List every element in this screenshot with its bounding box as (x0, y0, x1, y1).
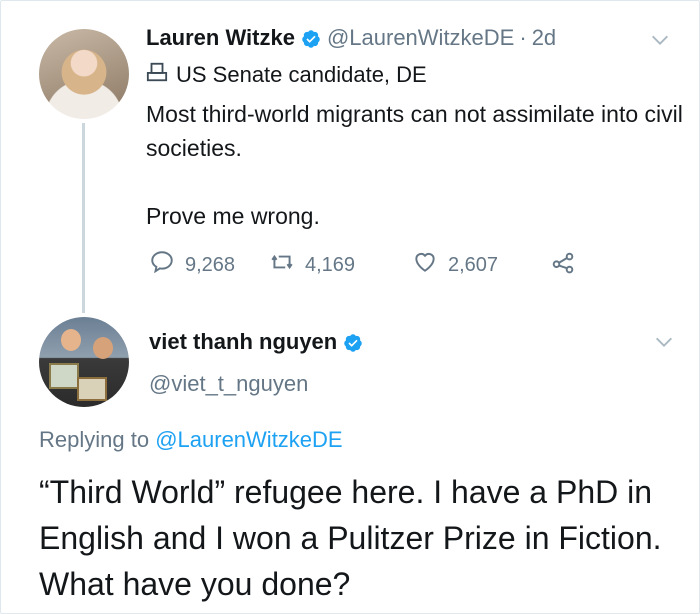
tweet1-text: Most third-world migrants can not assimi… (146, 97, 686, 233)
replying-prefix: Replying to (39, 427, 150, 452)
author-handle[interactable]: @viet_t_nguyen (149, 371, 308, 397)
tweet2-text: “Third World” refugee here. I have a PhD… (39, 474, 662, 602)
retweet-button[interactable]: 4,169 (269, 249, 412, 281)
share-icon (550, 249, 576, 281)
ballot-box-icon (146, 61, 176, 89)
like-button[interactable]: 2,607 (412, 249, 550, 281)
tweet2-author-name-row: viet thanh nguyen (149, 329, 369, 355)
replying-handle-link[interactable]: @LaurenWitzkeDE (155, 427, 342, 452)
author-handle[interactable]: @LaurenWitzkeDE (327, 25, 514, 51)
share-button[interactable] (550, 249, 576, 281)
reply-count: 9,268 (185, 253, 236, 276)
reply-button[interactable]: 9,268 (149, 249, 269, 281)
chevron-down-icon[interactable] (649, 29, 671, 51)
tweet1-header: Lauren Witzke @LaurenWitzkeDE · 2d (146, 25, 556, 51)
author-name[interactable]: Lauren Witzke (146, 25, 295, 51)
verified-badge-icon (295, 25, 327, 51)
replying-to: Replying to @LaurenWitzkeDE (39, 427, 343, 453)
reply-icon (149, 249, 185, 281)
like-icon (412, 249, 448, 281)
avatar-figure (93, 337, 113, 359)
avatar-figure (61, 329, 81, 351)
tweet1-actions: 9,268 4,169 2,607 (149, 249, 576, 281)
author-avatar-viet[interactable] (39, 317, 129, 407)
author-avatar-lauren[interactable] (39, 29, 129, 119)
candidate-label-text: US Senate candidate, DE (176, 62, 427, 87)
tweet-timestamp[interactable]: 2d (532, 25, 556, 51)
tweet1-text-line2: Prove me wrong. (146, 203, 320, 229)
avatar-book (49, 363, 79, 389)
thread-connector (82, 123, 85, 313)
candidate-label: US Senate candidate, DE (146, 61, 427, 89)
tweet-card: Lauren Witzke @LaurenWitzkeDE · 2d US Se… (0, 0, 700, 614)
like-count: 2,607 (448, 253, 499, 276)
separator-dot: · (519, 25, 527, 50)
tweet1-text-line1: Most third-world migrants can not assimi… (146, 101, 683, 161)
retweet-count: 4,169 (305, 253, 356, 276)
author-name[interactable]: viet thanh nguyen (149, 329, 337, 355)
chevron-down-icon[interactable] (653, 331, 675, 353)
retweet-icon (269, 249, 305, 281)
verified-badge-icon (337, 329, 369, 355)
avatar-book (77, 377, 107, 401)
